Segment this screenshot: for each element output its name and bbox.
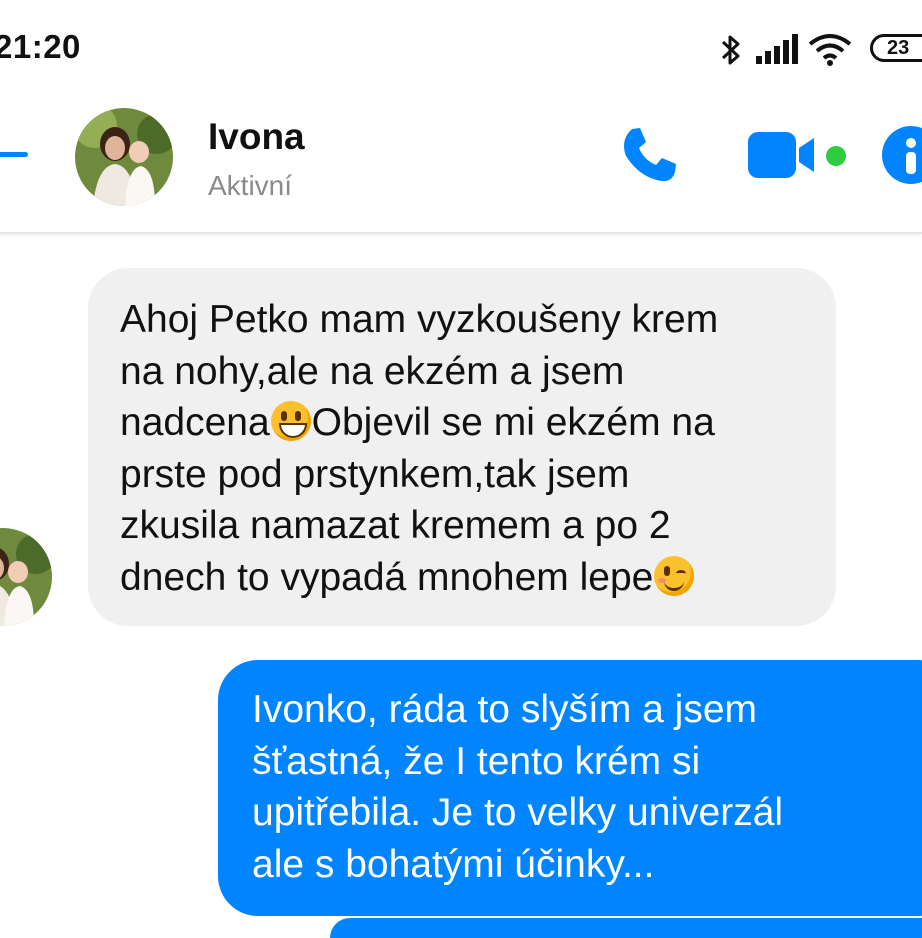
battery-icon: 23 <box>870 34 922 62</box>
message-line: nadcena Objevil se mi ekzém na <box>120 397 804 449</box>
message-line: dnech to vypadá mnohem lepe <box>120 552 804 604</box>
status-bar: 21:20 23 <box>0 0 922 100</box>
status-time: 21:20 <box>0 28 81 65</box>
message-line: Ahoj Petko mam vyzkoušeny krem <box>120 298 719 341</box>
message-line: šťastná, že I tento krém si <box>252 739 701 783</box>
contact-name[interactable]: Ivona <box>208 116 305 158</box>
message-line: upitřebila. Je to velky univerzál <box>252 791 784 834</box>
wifi-icon <box>808 34 852 66</box>
avatar-photo <box>75 108 173 206</box>
video-camera-icon[interactable] <box>748 132 820 180</box>
battery-level: 23 <box>887 37 910 59</box>
info-icon[interactable] <box>882 126 922 184</box>
grinning-face-emoji <box>270 401 311 441</box>
message-line: na nohy,ale na ekzém a jsem <box>120 349 625 393</box>
winking-face-emoji <box>654 555 695 596</box>
contact-avatar[interactable] <box>75 108 173 206</box>
bluetooth-icon <box>721 35 740 65</box>
back-arrow-icon[interactable] <box>0 152 28 157</box>
conversation-header: Ivona Aktivní <box>0 100 922 234</box>
phone-icon[interactable] <box>618 124 680 186</box>
message-line: prste pod prstynkem,tak jsem <box>120 452 630 496</box>
sender-avatar[interactable] <box>0 528 52 626</box>
contact-status: Aktivní <box>208 170 293 201</box>
message-line: zkusila namazat kremem a po 2 <box>120 504 671 547</box>
message-text: Objevil se mi ekzém na <box>311 401 715 444</box>
next-outgoing-bubble-edge <box>330 918 922 938</box>
message-line: Ivonko, ráda to slyším a jsem <box>252 688 758 731</box>
message-text: dnech to vypadá mnohem lepe <box>120 555 654 599</box>
sender-avatar-photo <box>0 528 52 626</box>
outgoing-message-bubble[interactable]: Ivonko, ráda to slyším a jsem šťastná, ž… <box>218 660 922 916</box>
active-status-dot <box>826 146 846 166</box>
message-line: ale s bohatými účinky... <box>252 842 655 886</box>
signal-icon <box>756 34 798 64</box>
incoming-message-bubble[interactable]: Ahoj Petko mam vyzkoušeny krem na nohy,a… <box>88 268 836 626</box>
message-text: nadcena <box>120 401 270 444</box>
